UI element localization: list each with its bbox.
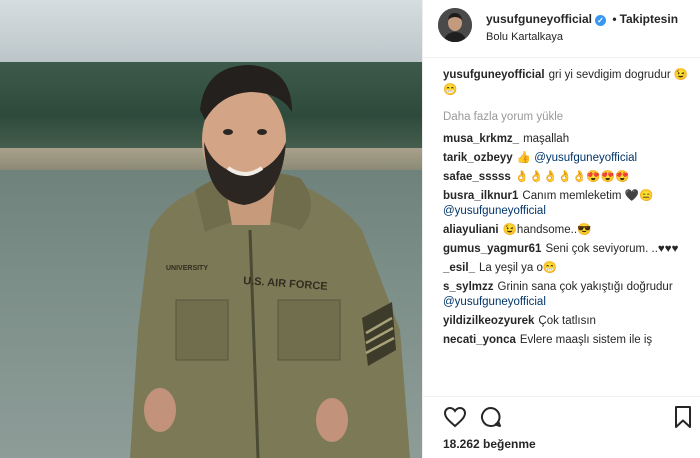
comment-username[interactable]: yildizilkeozyurek — [443, 315, 534, 327]
post-caption: yusufguneyofficial gri yi sevdigim dogrud… — [443, 68, 693, 98]
comment-username[interactable]: gumus_yagmur61 — [443, 243, 541, 255]
comment-username[interactable]: musa_krkmz_ — [443, 133, 519, 145]
likes-count[interactable]: 18.262 beğenme — [443, 437, 536, 451]
comment-text: Canım memleketim 🖤😑 — [522, 190, 654, 202]
post-side-panel: yusufguneyofficial ✓ • Takiptesin Bolu Kar… — [422, 0, 700, 458]
list-item: safae_sssss 👌👌👌👌👌😍😍😍 — [443, 170, 693, 185]
comment-text: Çok tatlısın — [538, 315, 596, 327]
header-username[interactable]: yusufguneyofficial — [486, 12, 592, 26]
comment-text: La yeşil ya o😁 — [478, 262, 558, 274]
caption-username[interactable]: yusufguneyofficial — [443, 69, 545, 81]
header-line: yusufguneyofficial ✓ • Takiptesin — [486, 12, 678, 26]
verified-badge-icon: ✓ — [595, 15, 607, 26]
list-item: busra_ilknur1 Canım memleketim 🖤😑 @yusufg… — [443, 189, 693, 219]
man-in-jacket-figure: U.S. AIR FORCE UNIVERSITY — [130, 65, 410, 458]
post-photo[interactable]: U.S. AIR FORCE UNIVERSITY — [0, 0, 422, 458]
comment-username[interactable]: tarik_ozbeyy — [443, 152, 513, 164]
bookmark-icon[interactable] — [671, 405, 695, 429]
comment-icon[interactable] — [479, 405, 503, 429]
location-link[interactable]: Bolu Kartalkaya — [486, 31, 563, 43]
comment-text: Seni çok seviyorum. ..♥♥♥ — [545, 243, 679, 255]
list-item: tarik_ozbeyy 👍 @yusufguneyofficial — [443, 151, 693, 166]
load-more-comments-button[interactable]: Daha fazla yorum yükle — [443, 111, 693, 123]
comment-mention[interactable]: @yusufguneyofficial — [443, 205, 546, 217]
post-header: yusufguneyofficial ✓ • Takiptesin Bolu Kar… — [423, 0, 700, 58]
comment-username[interactable]: safae_sssss — [443, 171, 511, 183]
comment-text: maşallah — [523, 133, 570, 145]
following-button[interactable]: Takiptesin — [620, 12, 678, 26]
comment-text: Evlere maaşlı sistem ile iş — [519, 334, 653, 346]
list-item: gumus_yagmur61 Seni çok seviyorum. ..♥♥♥ — [443, 242, 693, 257]
comment-username[interactable]: s_sylmzz — [443, 281, 494, 293]
comment-username[interactable]: aliayuliani — [443, 224, 499, 236]
post-actions-bar: 18.262 beğenme — [423, 396, 700, 456]
comments-list: yusufguneyofficial gri yi sevdigim dogrud… — [443, 68, 693, 352]
comment-text: 👌👌👌👌👌😍😍😍 — [514, 171, 630, 183]
comment-text: 😉handsome..😎 — [502, 224, 592, 236]
list-item: aliayuliani 😉handsome..😎 — [443, 223, 693, 238]
comment-username[interactable]: necati_yonca — [443, 334, 516, 346]
comment-username[interactable]: _esil_ — [443, 262, 475, 274]
comment-username[interactable]: busra_ilknur1 — [443, 190, 518, 202]
jacket-name-text: UNIVERSITY — [166, 265, 208, 272]
list-item: s_sylmzz Grinin sana çok yakıştığı doğrud… — [443, 280, 693, 310]
heart-icon[interactable] — [443, 405, 467, 429]
thumbs-up-emoji: 👍 — [516, 152, 532, 164]
list-item: necati_yonca Evlere maaşlı sistem ile iş — [443, 333, 693, 348]
avatar[interactable] — [438, 8, 472, 42]
comment-text: Grinin sana çok yakıştığı doğrudur — [497, 281, 673, 293]
list-item: yildizilkeozyurek Çok tatlısın — [443, 314, 693, 329]
avatar-image-icon — [438, 8, 472, 42]
header-separator: • — [612, 12, 617, 26]
comment-mention[interactable]: @yusufguneyofficial — [443, 296, 546, 308]
list-item: _esil_ La yeşil ya o😁 — [443, 261, 693, 276]
list-item: musa_krkmz_ maşallah — [443, 132, 693, 147]
comment-mention[interactable]: @yusufguneyofficial — [534, 152, 637, 164]
